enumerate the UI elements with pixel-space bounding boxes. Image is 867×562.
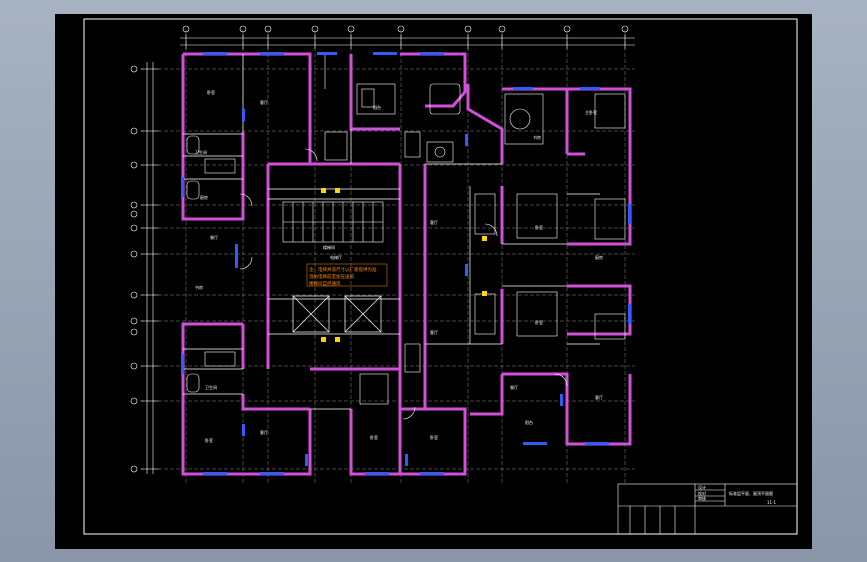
axis-lines	[140, 29, 635, 484]
annotation-line-2: 消防电梯前室加压送风	[309, 273, 354, 280]
windows	[181, 52, 631, 475]
interior-partitions	[183, 54, 600, 410]
drawing-sheet: 注：电梯井道尺寸以厂家提供为准 消防电梯前室加压送风 楼梯间自然通风 卧室 客厅…	[55, 14, 812, 549]
top-dimensions	[180, 34, 635, 89]
elevator-shafts	[292, 295, 382, 333]
room-label: 楼梯间	[323, 244, 335, 250]
room-label: 主卧室	[585, 109, 597, 115]
room-label: 餐厅	[510, 384, 518, 390]
floor-plan-canvas: 注：电梯井道尺寸以厂家提供为准 消防电梯前室加压送风 楼梯间自然通风 卧室 客厅…	[83, 18, 798, 535]
annotation-line-3: 楼梯间自然通风	[309, 280, 341, 287]
annotation-block: 注：电梯井道尺寸以厂家提供为准 消防电梯前室加压送风 楼梯间自然通风	[306, 263, 388, 287]
room-label: 卧室	[370, 434, 378, 440]
drawing-title: 标准层平面、屋顶平面图	[729, 490, 773, 496]
room-label: 客厅	[430, 329, 438, 335]
room-label: 卧室	[205, 437, 213, 443]
room-label: 卫生间	[195, 149, 207, 155]
room-label: 书房	[195, 284, 203, 290]
room-label: 书房	[533, 134, 541, 140]
room-label: 卧室	[535, 224, 543, 230]
room-label: 卫生间	[205, 384, 217, 390]
annotation-line-1: 注：电梯井道尺寸以厂家提供为准	[309, 266, 377, 273]
room-label: 电梯厅	[330, 254, 342, 260]
room-label: 客厅	[260, 99, 268, 105]
room-label: 阳台	[373, 104, 381, 110]
room-label: 厨房	[200, 194, 208, 200]
top-axis-markers	[182, 25, 629, 33]
room-label: 客厅	[260, 429, 268, 435]
room-label: 厨房	[595, 254, 603, 260]
fixtures	[186, 83, 626, 420]
drawing-number: 11-1	[767, 500, 777, 505]
stair-core	[282, 201, 384, 243]
title-row-label: 设计	[698, 484, 706, 490]
title-row-label: 审核	[698, 495, 706, 501]
title-block-text: 设计 校对 审核 标准层平面、屋顶平面图 11-1	[698, 484, 777, 505]
room-label: 客厅	[430, 219, 438, 225]
fire-hydrant-markers	[321, 188, 487, 342]
room-label: 餐厅	[210, 234, 218, 240]
sheet-border	[83, 18, 798, 535]
room-label: 卧室	[430, 434, 438, 440]
left-axis-markers	[130, 65, 138, 473]
room-label: 卧室	[207, 89, 215, 95]
room-label: 阳台	[525, 419, 533, 425]
room-label: 客厅	[595, 394, 603, 400]
left-dimensions	[141, 62, 159, 474]
room-label: 卧室	[535, 319, 543, 325]
